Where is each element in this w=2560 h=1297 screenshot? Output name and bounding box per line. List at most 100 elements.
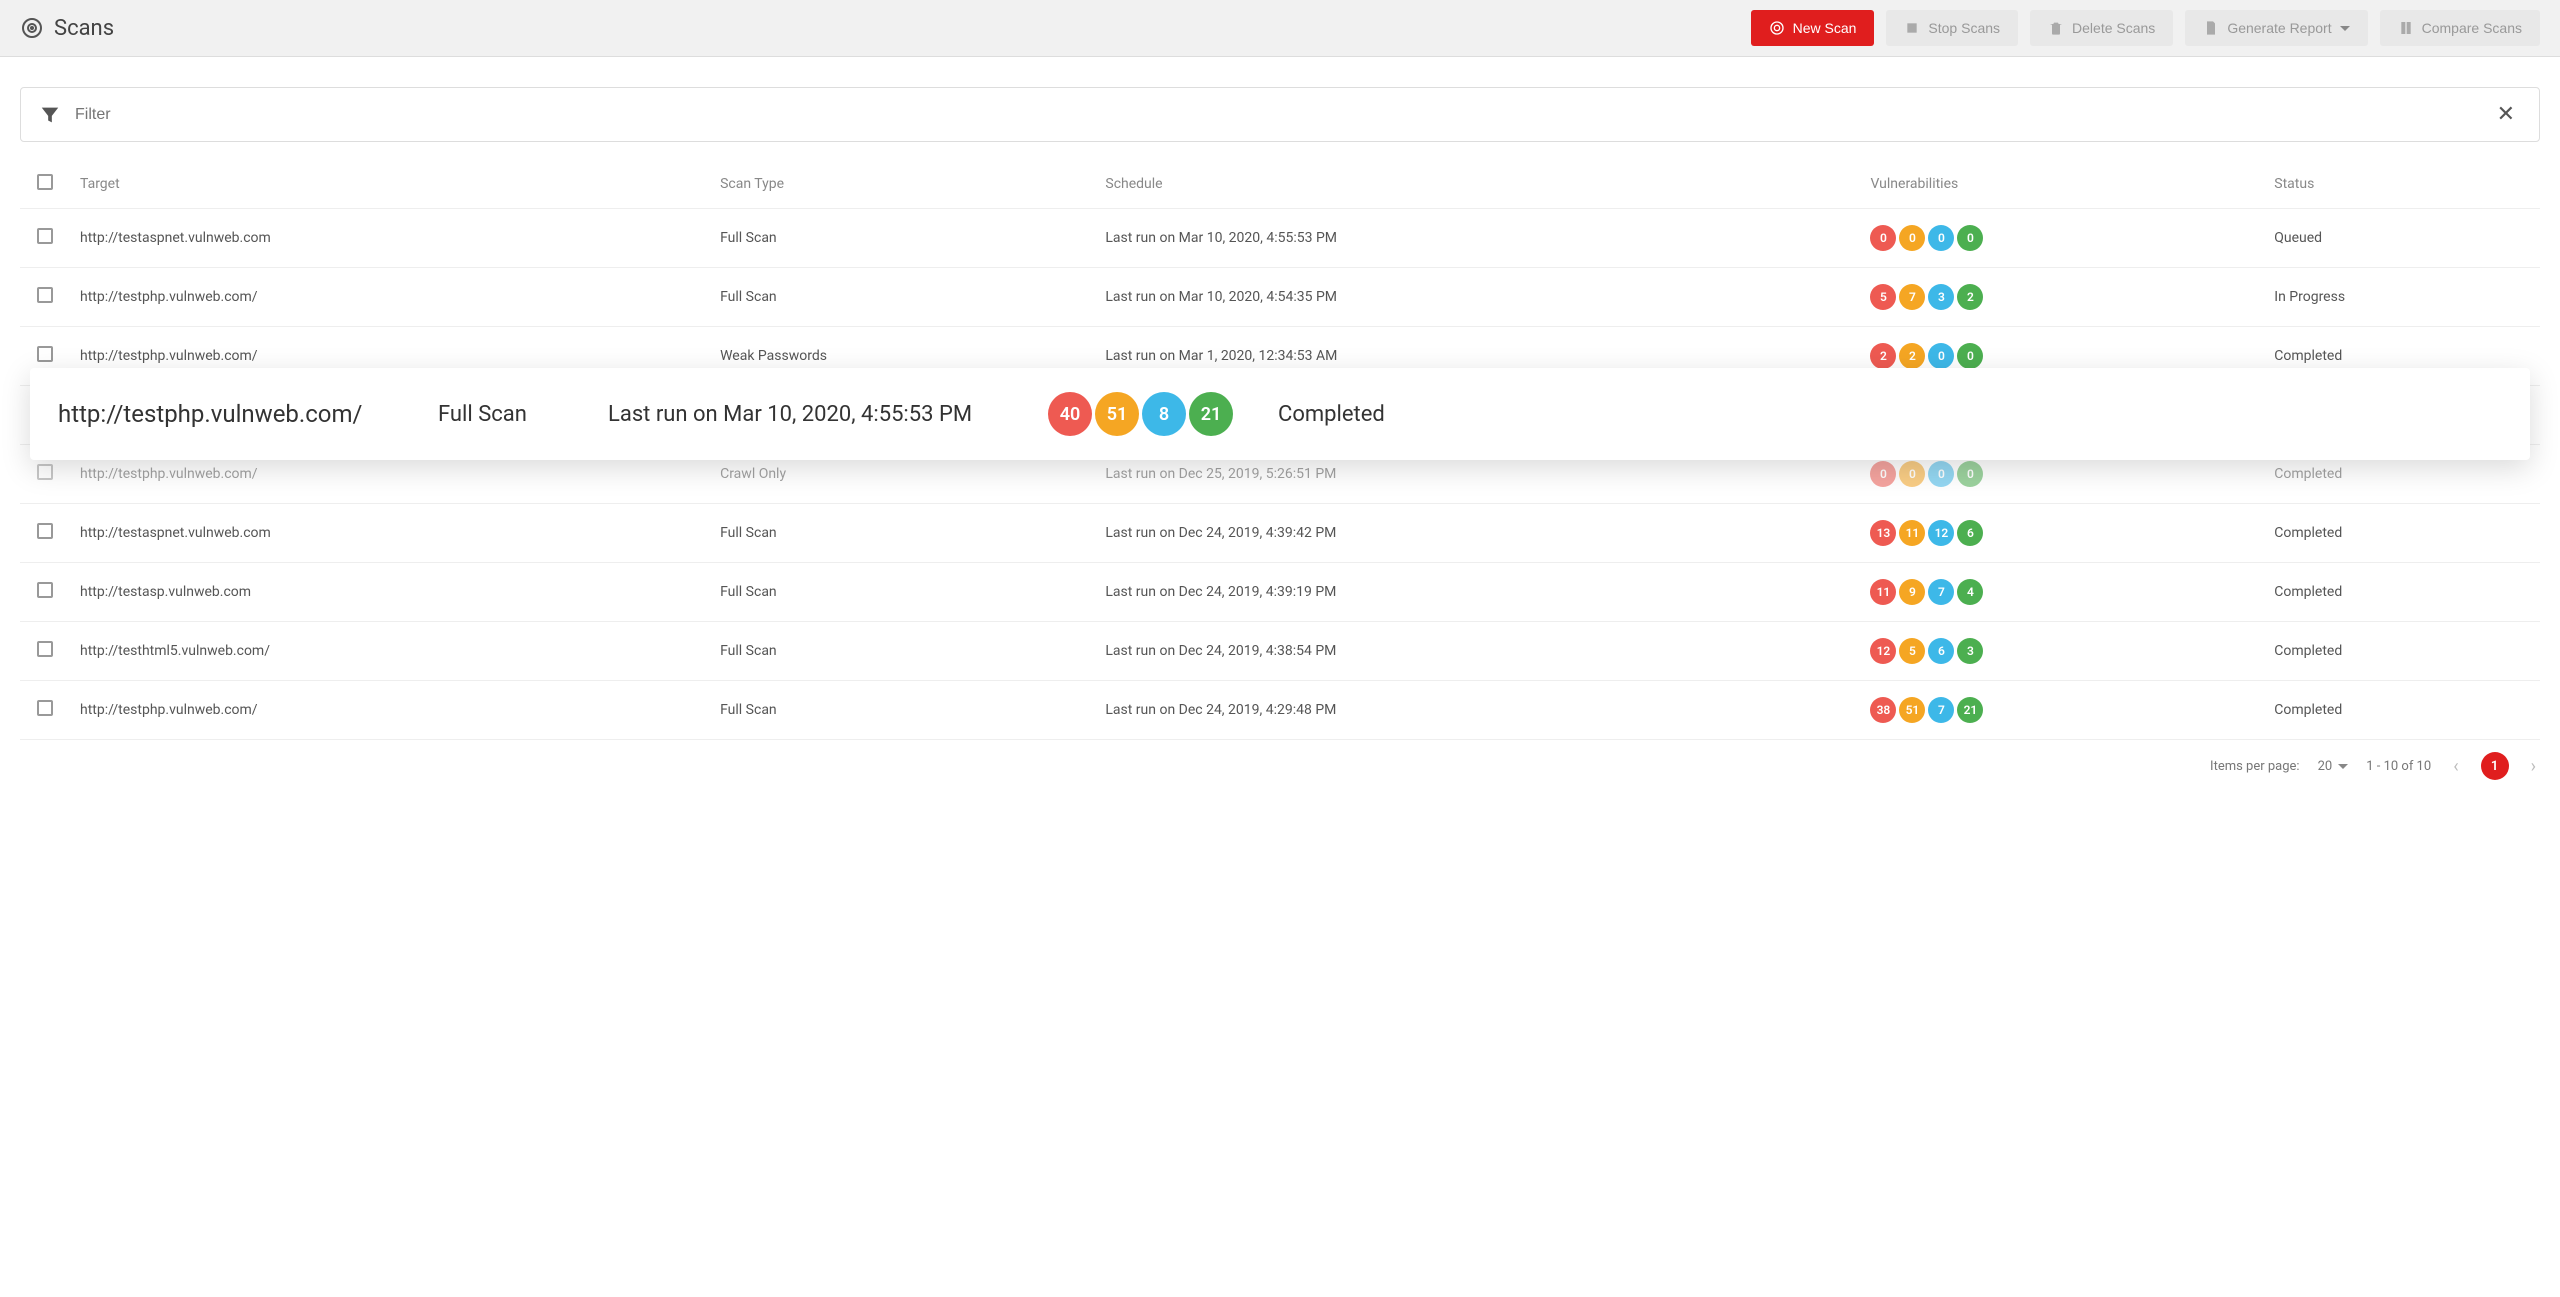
stop-scans-button[interactable]: Stop Scans bbox=[1886, 10, 2018, 46]
generate-report-label: Generate Report bbox=[2227, 20, 2331, 36]
severity-badge: 51 bbox=[1095, 392, 1139, 436]
trash-icon bbox=[2048, 20, 2064, 36]
table-row[interactable]: http://testasp.vulnweb.comFull ScanLast … bbox=[20, 563, 2540, 622]
severity-badge: 2 bbox=[1870, 343, 1896, 369]
page-title: Scans bbox=[20, 16, 1739, 41]
col-status[interactable]: Status bbox=[2264, 160, 2540, 209]
severity-badge: 51 bbox=[1899, 697, 1925, 723]
severity-badge: 21 bbox=[1957, 697, 1983, 723]
severity-badge: 0 bbox=[1899, 225, 1925, 251]
severity-badge: 13 bbox=[1870, 520, 1896, 546]
cell-target: http://testaspnet.vulnweb.com bbox=[70, 209, 710, 268]
row-checkbox[interactable] bbox=[37, 228, 53, 244]
severity-badge: 0 bbox=[1870, 461, 1896, 487]
delete-scans-button[interactable]: Delete Scans bbox=[2030, 10, 2173, 46]
table-wrap: Target Scan Type Schedule Vulnerabilitie… bbox=[20, 160, 2540, 740]
document-icon bbox=[2203, 20, 2219, 36]
cell-scan-type: Full Scan bbox=[710, 681, 1095, 740]
highlight-target: http://testphp.vulnweb.com/ bbox=[58, 400, 438, 428]
severity-badge: 12 bbox=[1870, 638, 1896, 664]
highlighted-scan-row[interactable]: http://testphp.vulnweb.com/ Full Scan La… bbox=[30, 368, 2530, 460]
row-checkbox[interactable] bbox=[37, 287, 53, 303]
row-checkbox[interactable] bbox=[37, 523, 53, 539]
generate-report-button[interactable]: Generate Report bbox=[2185, 10, 2367, 46]
table-row[interactable]: http://testaspnet.vulnweb.comFull ScanLa… bbox=[20, 209, 2540, 268]
target-icon bbox=[20, 16, 44, 40]
items-per-page-value: 20 bbox=[2318, 759, 2333, 774]
severity-badge: 7 bbox=[1928, 697, 1954, 723]
row-checkbox[interactable] bbox=[37, 700, 53, 716]
severity-badge: 0 bbox=[1957, 343, 1983, 369]
cell-vulnerabilities: 0000 bbox=[1860, 209, 2264, 268]
highlight-vulnerabilities: 4051821 bbox=[1048, 392, 1278, 436]
col-scan-type[interactable]: Scan Type bbox=[710, 160, 1095, 209]
prev-page-button[interactable]: ‹ bbox=[2449, 756, 2462, 777]
severity-badge: 0 bbox=[1928, 461, 1954, 487]
severity-badge: 8 bbox=[1142, 392, 1186, 436]
severity-badge: 0 bbox=[1957, 461, 1983, 487]
items-per-page-select[interactable]: 20 bbox=[2318, 759, 2349, 774]
cell-status: Completed bbox=[2264, 622, 2540, 681]
page-range: 1 - 10 of 10 bbox=[2366, 759, 2431, 774]
table-row[interactable]: http://testphp.vulnweb.com/Full ScanLast… bbox=[20, 681, 2540, 740]
toolbar: Scans New Scan Stop Scans Delete Scans G… bbox=[0, 0, 2560, 57]
cell-scan-type: Full Scan bbox=[710, 268, 1095, 327]
cell-schedule: Last run on Dec 24, 2019, 4:29:48 PM bbox=[1095, 681, 1860, 740]
compare-scans-label: Compare Scans bbox=[2422, 20, 2522, 36]
severity-badge: 3 bbox=[1957, 638, 1983, 664]
cell-schedule: Last run on Dec 24, 2019, 4:38:54 PM bbox=[1095, 622, 1860, 681]
cell-target: http://testphp.vulnweb.com/ bbox=[70, 268, 710, 327]
severity-badge: 5 bbox=[1899, 638, 1925, 664]
cell-status: Queued bbox=[2264, 209, 2540, 268]
cell-status: Completed bbox=[2264, 504, 2540, 563]
severity-badge: 0 bbox=[1957, 225, 1983, 251]
severity-badge: 2 bbox=[1899, 343, 1925, 369]
cell-vulnerabilities: 5732 bbox=[1860, 268, 2264, 327]
new-scan-button[interactable]: New Scan bbox=[1751, 10, 1875, 46]
table-row[interactable]: http://testaspnet.vulnweb.comFull ScanLa… bbox=[20, 504, 2540, 563]
row-checkbox[interactable] bbox=[37, 464, 53, 480]
row-checkbox[interactable] bbox=[37, 346, 53, 362]
cell-vulnerabilities: 11974 bbox=[1860, 563, 2264, 622]
cell-status: Completed bbox=[2264, 563, 2540, 622]
select-all-checkbox[interactable] bbox=[37, 174, 53, 190]
cell-vulnerabilities: 1311126 bbox=[1860, 504, 2264, 563]
col-schedule[interactable]: Schedule bbox=[1095, 160, 1860, 209]
severity-badge: 0 bbox=[1928, 343, 1954, 369]
cell-scan-type: Full Scan bbox=[710, 209, 1095, 268]
compare-scans-button[interactable]: Compare Scans bbox=[2380, 10, 2540, 46]
severity-badge: 21 bbox=[1189, 392, 1233, 436]
page-number-current[interactable]: 1 bbox=[2481, 752, 2509, 780]
cell-status: Completed bbox=[2264, 681, 2540, 740]
cell-target: http://testhtml5.vulnweb.com/ bbox=[70, 622, 710, 681]
severity-badge: 7 bbox=[1928, 579, 1954, 605]
cell-schedule: Last run on Dec 24, 2019, 4:39:19 PM bbox=[1095, 563, 1860, 622]
severity-badge: 12 bbox=[1928, 520, 1954, 546]
next-page-button[interactable]: › bbox=[2527, 756, 2540, 777]
severity-badge: 6 bbox=[1928, 638, 1954, 664]
col-vulnerabilities[interactable]: Vulnerabilities bbox=[1860, 160, 2264, 209]
severity-badge: 0 bbox=[1870, 225, 1896, 251]
stop-icon bbox=[1904, 20, 1920, 36]
severity-badge: 4 bbox=[1957, 579, 1983, 605]
cell-vulnerabilities: 12563 bbox=[1860, 622, 2264, 681]
content: ✕ Target Scan Type Schedule Vulnerabilit… bbox=[0, 57, 2560, 740]
cell-scan-type: Full Scan bbox=[710, 563, 1095, 622]
row-checkbox[interactable] bbox=[37, 582, 53, 598]
target-icon bbox=[1769, 20, 1785, 36]
severity-badge: 0 bbox=[1928, 225, 1954, 251]
severity-badge: 9 bbox=[1899, 579, 1925, 605]
filter-icon bbox=[39, 104, 61, 126]
chevron-down-icon bbox=[2338, 764, 2348, 769]
severity-badge: 5 bbox=[1870, 284, 1896, 310]
col-target[interactable]: Target bbox=[70, 160, 710, 209]
close-icon[interactable]: ✕ bbox=[2491, 102, 2521, 127]
row-checkbox[interactable] bbox=[37, 641, 53, 657]
severity-badge: 11 bbox=[1870, 579, 1896, 605]
severity-badge: 3 bbox=[1928, 284, 1954, 310]
filter-input[interactable] bbox=[75, 106, 2477, 124]
table-row[interactable]: http://testphp.vulnweb.com/Full ScanLast… bbox=[20, 268, 2540, 327]
cell-schedule: Last run on Mar 10, 2020, 4:54:35 PM bbox=[1095, 268, 1860, 327]
table-row[interactable]: http://testhtml5.vulnweb.com/Full ScanLa… bbox=[20, 622, 2540, 681]
cell-target: http://testaspnet.vulnweb.com bbox=[70, 504, 710, 563]
